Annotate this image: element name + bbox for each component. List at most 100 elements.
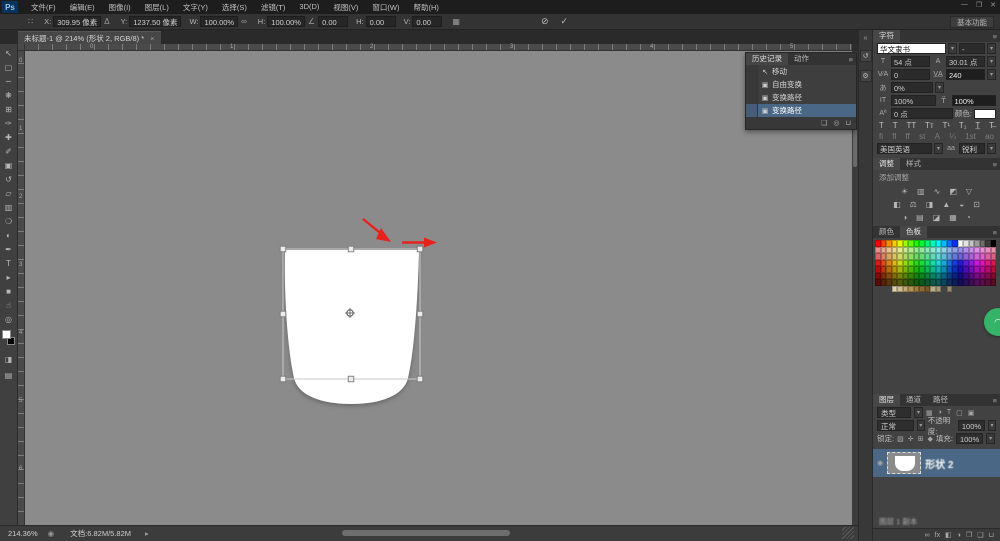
path-selection-tool-icon[interactable]: ▸ bbox=[1, 270, 17, 284]
layer-visibility-icon[interactable]: ◉ bbox=[877, 459, 883, 467]
black-white-icon[interactable]: ◨ bbox=[926, 200, 934, 209]
menu-item[interactable]: 文字(Y) bbox=[176, 2, 215, 13]
link-dimensions-icon[interactable]: ∞ bbox=[241, 17, 247, 26]
new-group-icon[interactable]: ❐ bbox=[966, 531, 972, 539]
invert-icon[interactable]: ◑ bbox=[902, 213, 907, 222]
history-state-row[interactable]: ▣变换路径 bbox=[746, 104, 856, 117]
style-button[interactable]: T₁ bbox=[959, 121, 967, 130]
tab-actions[interactable]: 动作 bbox=[788, 53, 815, 65]
transform-handle[interactable] bbox=[280, 246, 286, 252]
brightness-contrast-icon[interactable]: ☀ bbox=[901, 187, 908, 196]
tab-layers[interactable]: 图层 bbox=[873, 394, 900, 406]
document-tab-close-icon[interactable]: × bbox=[150, 34, 154, 43]
menu-item[interactable]: 窗口(W) bbox=[365, 2, 406, 13]
blur-tool-icon[interactable]: ❍ bbox=[1, 214, 17, 228]
layer-style-icon[interactable]: fx bbox=[935, 532, 940, 539]
window-resize-grip[interactable] bbox=[842, 527, 854, 539]
fill-field[interactable]: 100% bbox=[956, 433, 983, 444]
layers-panel-menu-icon[interactable]: ≡ bbox=[993, 396, 997, 405]
character-panel-menu-icon[interactable]: ≡ bbox=[993, 32, 997, 41]
opacity-field[interactable]: 100% bbox=[958, 420, 985, 431]
baseline-shift-field[interactable]: 0 点 bbox=[891, 108, 953, 119]
dodge-tool-icon[interactable]: ◐ bbox=[1, 228, 17, 242]
tab-color[interactable]: 颜色 bbox=[873, 226, 900, 238]
threshold-icon[interactable]: ◪ bbox=[933, 213, 941, 222]
h-value-field[interactable]: 100.00% bbox=[267, 16, 305, 27]
status-popup-arrow-icon[interactable]: ▸ bbox=[145, 529, 149, 538]
selective-color-icon[interactable]: ◔ bbox=[966, 213, 971, 222]
color-balance-icon[interactable]: ⚖ bbox=[910, 200, 917, 209]
opentype-button[interactable]: ao bbox=[985, 132, 994, 141]
transform-handle[interactable] bbox=[280, 376, 286, 382]
photo-filter-icon[interactable]: ▲ bbox=[942, 200, 950, 209]
history-brush-tool-icon[interactable]: ↺ bbox=[1, 172, 17, 186]
layer-row-partial[interactable]: 图层 1 副本 bbox=[873, 516, 996, 527]
layer2-name[interactable]: 图层 1 副本 bbox=[879, 516, 917, 527]
layer-mask-icon[interactable]: ◧ bbox=[945, 531, 952, 539]
hue-saturation-icon[interactable]: ◧ bbox=[893, 200, 901, 209]
new-doc-from-state-icon[interactable]: ❏ bbox=[821, 119, 827, 127]
relative-position-icon[interactable]: Δ bbox=[104, 17, 109, 26]
blend-mode-field[interactable]: 正常 bbox=[877, 420, 914, 431]
style-button[interactable]: T̶ bbox=[989, 121, 994, 130]
swatches-panel-menu-icon[interactable]: ≡ bbox=[993, 228, 997, 237]
filter-shape-icon[interactable]: ▢ bbox=[956, 409, 963, 417]
tab-adjustments[interactable]: 调整 bbox=[873, 158, 900, 170]
antialias-dropdown-icon[interactable]: ▾ bbox=[987, 143, 996, 154]
link-layers-icon[interactable]: ∞ bbox=[925, 532, 930, 539]
tab-swatches[interactable]: 色板 bbox=[900, 226, 927, 238]
zoom-tool-icon[interactable]: ◎ bbox=[1, 312, 17, 326]
transform-handle[interactable] bbox=[348, 376, 354, 382]
move-tool-icon[interactable]: ↖ bbox=[1, 46, 17, 60]
font-style-dropdown-icon[interactable]: ▾ bbox=[987, 43, 996, 54]
opentype-button[interactable]: ff bbox=[906, 132, 910, 141]
language-field[interactable]: 美国英语 bbox=[877, 143, 932, 154]
horizontal-scale-field[interactable]: 100% bbox=[952, 95, 997, 106]
transform-handle[interactable] bbox=[280, 311, 286, 317]
style-button[interactable]: T bbox=[879, 121, 884, 130]
clone-stamp-tool-icon[interactable]: ▣ bbox=[1, 158, 17, 172]
layer-thumbnail[interactable] bbox=[887, 452, 921, 474]
history-dock-icon[interactable]: ↺ bbox=[860, 50, 872, 62]
font-size-field[interactable]: 54 点 bbox=[891, 56, 930, 67]
opentype-button[interactable]: fl bbox=[892, 132, 896, 141]
horizontal-scrollbar-thumb[interactable] bbox=[342, 530, 510, 536]
pen-tool-icon[interactable]: ✒ bbox=[1, 242, 17, 256]
leading-field[interactable]: 30.01 点 bbox=[946, 56, 985, 67]
color-lookup-icon[interactable]: ⊡ bbox=[973, 200, 980, 209]
channel-mixer-icon[interactable]: ◒ bbox=[959, 200, 964, 209]
document-tab[interactable]: 未标题-1 @ 214% (形状 2, RGB/8) * × bbox=[18, 31, 161, 44]
font-family-dropdown-icon[interactable]: ▾ bbox=[948, 43, 957, 54]
layer-filter-dropdown-icon[interactable]: ▾ bbox=[914, 407, 923, 418]
zoom-level-field[interactable]: 214.36% bbox=[8, 529, 38, 538]
commit-transform-button[interactable]: ✓ bbox=[561, 16, 569, 27]
exposure-icon[interactable]: ◩ bbox=[949, 187, 957, 196]
lock-all-icon[interactable]: ◆ bbox=[927, 435, 932, 443]
filter-smartobject-icon[interactable]: ▣ bbox=[968, 409, 975, 417]
delete-state-icon[interactable]: ⊔ bbox=[846, 119, 851, 127]
blend-mode-dropdown-icon[interactable]: ▾ bbox=[917, 420, 925, 431]
cancel-transform-button[interactable]: ⊘ bbox=[541, 16, 549, 27]
tab-paths[interactable]: 路径 bbox=[927, 394, 954, 406]
eraser-tool-icon[interactable]: ▱ bbox=[1, 186, 17, 200]
menu-item[interactable]: 图层(L) bbox=[138, 2, 176, 13]
menu-item[interactable]: 滤镜(T) bbox=[254, 2, 293, 13]
font-style-field[interactable]: - bbox=[959, 43, 985, 54]
transform-handle[interactable] bbox=[417, 376, 423, 382]
menu-item[interactable]: 3D(D) bbox=[292, 2, 326, 13]
proportional-spacing-dropdown-icon[interactable]: ▾ bbox=[935, 82, 944, 93]
layer-filter-field[interactable]: 类型 bbox=[877, 407, 911, 418]
gradient-map-icon[interactable]: ▦ bbox=[949, 213, 957, 222]
lock-pixels-icon[interactable]: ✛ bbox=[908, 435, 914, 443]
layer-name[interactable]: 形状 2 bbox=[925, 456, 953, 471]
history-brush-source-box[interactable] bbox=[746, 104, 758, 117]
menu-item[interactable]: 图像(I) bbox=[102, 2, 138, 13]
lasso-tool-icon[interactable]: ∽ bbox=[1, 74, 17, 88]
delete-layer-icon[interactable]: ⊔ bbox=[989, 531, 994, 539]
transform-handle[interactable] bbox=[417, 246, 423, 252]
y-value-field[interactable]: 1237.50 像素 bbox=[129, 16, 181, 27]
menu-item[interactable]: 编辑(E) bbox=[63, 2, 102, 13]
vibrance-icon[interactable]: ▽ bbox=[966, 187, 972, 196]
opentype-button[interactable]: st bbox=[919, 132, 925, 141]
text-color-swatch[interactable] bbox=[974, 109, 996, 119]
